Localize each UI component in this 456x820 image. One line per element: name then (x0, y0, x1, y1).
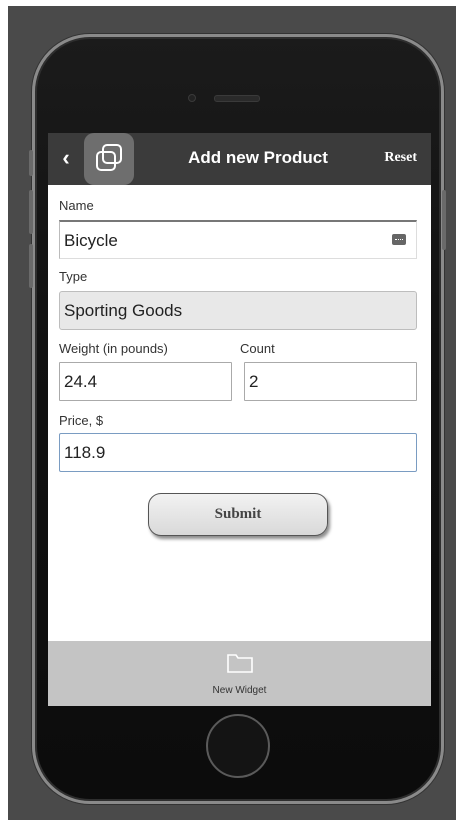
home-button[interactable] (206, 714, 270, 778)
keyboard-icon[interactable] (392, 234, 406, 245)
earpiece-speaker (214, 95, 260, 102)
bottom-tab-bar: New Widget (48, 641, 431, 706)
price-value: 118.9 (64, 443, 106, 462)
count-field[interactable]: 2 (244, 362, 417, 401)
submit-button[interactable]: Submit (148, 493, 328, 536)
weight-field[interactable]: 24.4 (59, 362, 232, 401)
side-button-volume-down (29, 244, 33, 288)
type-value: Sporting Goods (64, 301, 183, 320)
weight-value: 24.4 (64, 372, 98, 391)
count-value: 2 (249, 372, 259, 391)
app-icon-button[interactable] (84, 133, 134, 185)
reset-button[interactable]: Reset (384, 150, 417, 166)
name-field[interactable]: Bicycle (59, 220, 417, 259)
type-select[interactable]: Sporting Goods (59, 291, 417, 330)
type-label: Type (59, 269, 88, 284)
name-label: Name (59, 198, 94, 213)
app-screen: ‹ Add new Product Reset Name Bicycle Typ… (48, 133, 431, 706)
side-button-power (442, 190, 446, 250)
price-label: Price, $ (59, 413, 104, 428)
tab-new-widget[interactable]: New Widget (188, 641, 291, 706)
price-field[interactable]: 118.9 (59, 433, 417, 472)
side-button-mute (29, 150, 33, 176)
count-label: Count (240, 341, 275, 356)
side-button-volume-up (29, 190, 33, 234)
name-value: Bicycle (64, 231, 118, 250)
front-camera (188, 94, 196, 102)
back-icon[interactable]: ‹ (56, 145, 76, 171)
top-bar: ‹ Add new Product Reset (48, 133, 431, 185)
page-title: Add new Product (188, 148, 328, 167)
folder-icon (227, 654, 253, 673)
tab-new-widget-label: New Widget (212, 685, 267, 696)
overlapping-squares-icon (96, 144, 122, 171)
weight-label: Weight (in pounds) (59, 341, 168, 356)
